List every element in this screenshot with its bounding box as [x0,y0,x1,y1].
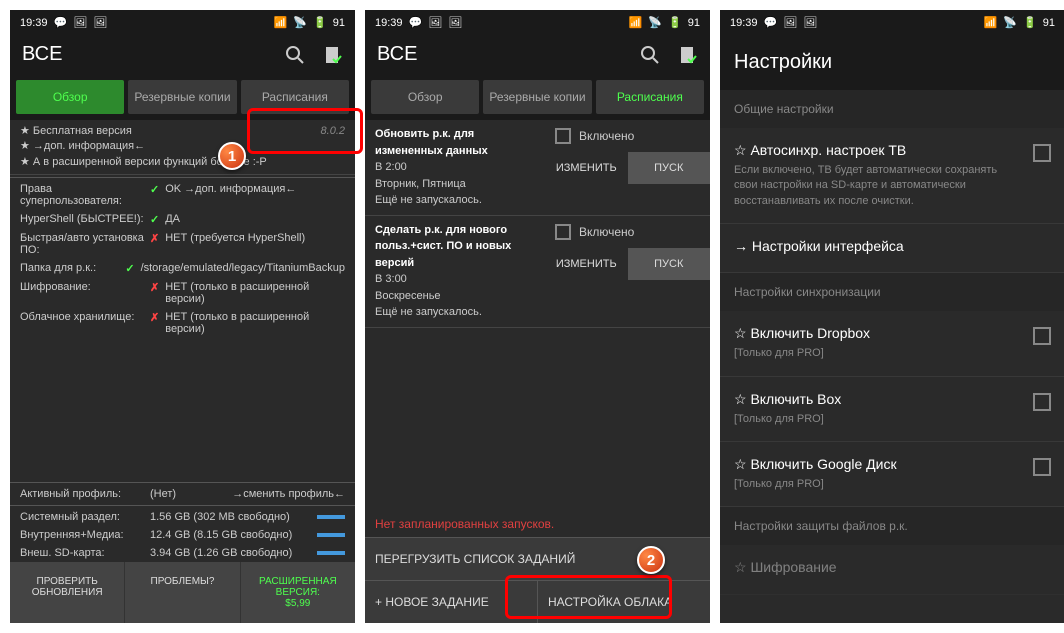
signal-icon: 📡 [293,16,307,29]
info-row: HyperShell (БЫСТРЕЕ!):✓ДА [10,210,355,229]
pro-version-button[interactable]: РАСШИРЕННАЯ ВЕРСИЯ:$5,99 [241,562,355,623]
status-bar: 19:39💬🖼🖼 📶📡🔋91 [365,10,710,35]
setting-interface[interactable]: → Настройки интерфейса [720,224,1064,273]
enabled-checkbox[interactable]: Включено [545,120,710,152]
check-updates-button[interactable]: ПРОВЕРИТЬ ОБНОВЛЕНИЯ [10,562,125,623]
change-profile-link[interactable]: →сменить профиль← [232,488,345,500]
phone-screen-2: 19:39💬🖼🖼 📶📡🔋91 ВСЕ Обзор Резервные копии… [365,10,710,623]
tab-overview[interactable]: Обзор [16,80,124,114]
info-row: Облачное хранилище:✗НЕТ (только в расшир… [10,308,355,338]
checkbox[interactable] [1033,144,1051,162]
app-header: ВСЕ [10,35,355,74]
setting-sync-item[interactable]: ☆ Включить Google Диск[Только для PRO] [720,442,1064,507]
status-bar: 19:39 💬 🖼 🖼 📶 📡 🔋 91 [10,10,355,35]
schedule-item: Сделать р.к. для нового польз.+сист. ПО … [365,216,710,328]
setting-encryption[interactable]: ☆ Шифрование [720,545,1064,595]
info-row: Права суперпользователя:✓OK →доп. информ… [10,180,355,210]
chat-icon: 💬 [54,16,68,29]
phone-screen-1: 19:39 💬 🖼 🖼 📶 📡 🔋 91 ВСЕ Обзор Резервные… [10,10,355,623]
badge-2: 2 [637,546,665,574]
document-check-icon[interactable] [678,45,698,65]
setting-sync-item[interactable]: ☆ Включить Box[Только для PRO] [720,377,1064,442]
checkbox[interactable] [1033,327,1051,345]
info-row: Шифрование:✗НЕТ (только в расширенной ве… [10,278,355,308]
version-info: ★ Бесплатная версия8.0.2 ★ →доп. информа… [10,120,355,175]
search-icon[interactable] [640,45,660,65]
tab-overview[interactable]: Обзор [371,80,479,114]
edit-button[interactable]: ИЗМЕНИТЬ [545,248,628,280]
tab-backups[interactable]: Резервные копии [128,80,236,114]
tab-schedules[interactable]: Расписания [241,80,349,114]
new-task-button[interactable]: + НОВОЕ ЗАДАНИЕ [365,580,538,623]
wifi-icon: 📶 [274,16,288,29]
section-general: Общие настройки [720,90,1064,128]
storage-row: Внеш. SD-карта:3.94 GB (1.26 GB свободно… [10,544,355,562]
problems-button[interactable]: ПРОБЛЕМЫ? [125,562,240,623]
tab-backups[interactable]: Резервные копии [483,80,591,114]
section-protect: Настройки защиты файлов р.к. [720,507,1064,545]
tabs: Обзор Резервные копии Расписания [10,74,355,120]
image-icon: 🖼 [73,16,87,29]
checkbox[interactable] [1033,458,1051,476]
settings-title: Настройки [720,35,1064,90]
status-time: 19:39 [20,17,48,29]
info-row: Папка для р.к.:✓/storage/emulated/legacy… [10,259,355,278]
schedule-item: Обновить р.к. для измененных данныхВ 2:0… [365,120,710,216]
run-button[interactable]: ПУСК [628,248,711,280]
tab-schedules[interactable]: Расписания [596,80,704,114]
battery-level: 91 [333,17,345,29]
edit-button[interactable]: ИЗМЕНИТЬ [545,152,628,184]
section-sync: Настройки синхронизации [720,273,1064,311]
info-row: Быстрая/авто установка ПО:✗НЕТ (требуетс… [10,229,355,259]
image-icon-2: 🖼 [93,16,107,29]
battery-icon: 🔋 [313,16,327,29]
setting-sync-item[interactable]: ☆ Включить Dropbox[Только для PRO] [720,311,1064,376]
setting-autosync[interactable]: ☆ Автосинхр. настроек ТВ Если включено, … [720,128,1064,224]
enabled-checkbox[interactable]: Включено [545,216,710,248]
phone-screen-3: 19:39💬🖼🖼 📶📡🔋91 Настройки Общие настройки… [720,10,1064,623]
status-bar: 19:39💬🖼🖼 📶📡🔋91 [720,10,1064,35]
storage-row: Системный раздел:1.56 GB (302 MB свободн… [10,508,355,526]
checkbox[interactable] [1033,393,1051,411]
profile-row: Активный профиль: (Нет) →сменить профиль… [10,485,355,503]
document-check-icon[interactable] [323,45,343,65]
no-runs-text: Нет запланированных запусков. [365,511,710,537]
search-icon[interactable] [285,45,305,65]
badge-1: 1 [218,142,246,170]
app-header: ВСЕ [365,35,710,74]
bottom-buttons: ПРОВЕРИТЬ ОБНОВЛЕНИЯ ПРОБЛЕМЫ? РАСШИРЕНН… [10,562,355,623]
header-title: ВСЕ [22,43,62,66]
storage-row: Внутренняя+Медиа:12.4 GB (8.15 GB свобод… [10,526,355,544]
run-button[interactable]: ПУСК [628,152,711,184]
cloud-settings-button[interactable]: НАСТРОЙКА ОБЛАКА [538,580,710,623]
